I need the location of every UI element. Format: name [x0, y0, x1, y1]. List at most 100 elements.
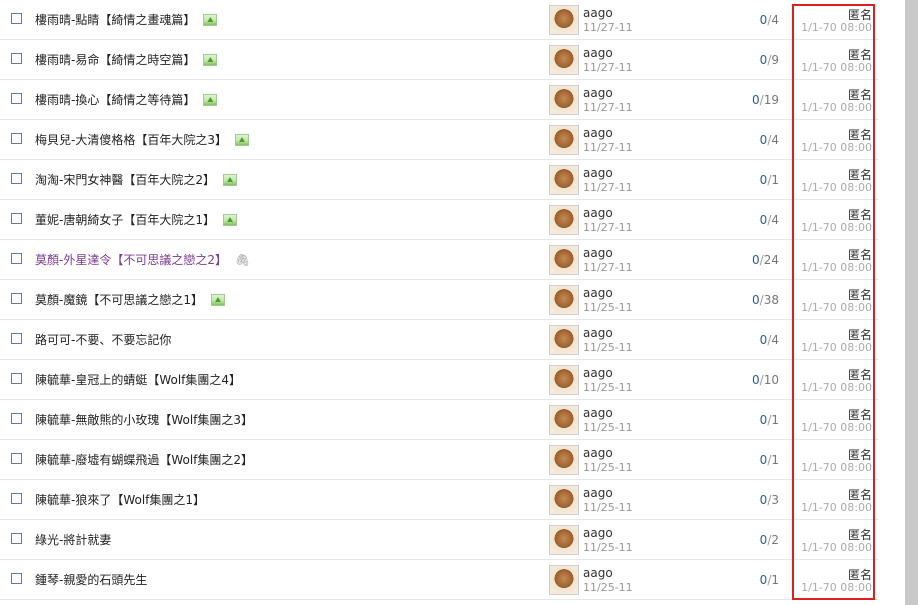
select-checkbox[interactable]	[11, 133, 22, 144]
author-avatar[interactable]	[549, 165, 579, 195]
thread-title[interactable]: 綠光-將計就妻	[35, 532, 111, 548]
reply-count: 0	[752, 253, 760, 267]
thread-title[interactable]: 梅貝兒-大清傻格格【百年大院之3】	[35, 132, 249, 148]
author-name[interactable]: aago	[583, 286, 613, 300]
reply-view-count: 0/38	[719, 293, 779, 307]
author-avatar[interactable]	[549, 525, 579, 555]
thread-title[interactable]: 路可可-不要、不要忘記你	[35, 332, 171, 348]
author-name[interactable]: aago	[583, 6, 613, 20]
select-checkbox[interactable]	[11, 333, 22, 344]
author-name[interactable]: aago	[583, 406, 613, 420]
author-avatar[interactable]	[549, 5, 579, 35]
author-name[interactable]: aago	[583, 86, 613, 100]
last-post-time[interactable]: 1/1-70 08:00	[790, 221, 872, 234]
thread-title-text[interactable]: 樓雨晴-易命【綺情之時空篇】	[35, 53, 195, 67]
select-checkbox[interactable]	[11, 493, 22, 504]
thread-title-text[interactable]: 淘淘-宋門女神醫【百年大院之2】	[35, 173, 215, 187]
last-post-time[interactable]: 1/1-70 08:00	[790, 501, 872, 514]
select-checkbox[interactable]	[11, 53, 22, 64]
author-name[interactable]: aago	[583, 326, 613, 340]
last-post-time[interactable]: 1/1-70 08:00	[790, 301, 872, 314]
last-post-time[interactable]: 1/1-70 08:00	[790, 181, 872, 194]
author-avatar[interactable]	[549, 485, 579, 515]
thread-title-text[interactable]: 陳毓華-皇冠上的蜻蜓【Wolf集團之4】	[35, 373, 241, 387]
author-name[interactable]: aago	[583, 366, 613, 380]
thread-row: 綠光-將計就妻 aago 11/25-11 0/2 匿名 1/1-70 08:00	[0, 520, 879, 560]
author-avatar[interactable]	[549, 445, 579, 475]
select-checkbox[interactable]	[11, 13, 22, 24]
author-name[interactable]: aago	[583, 126, 613, 140]
select-checkbox[interactable]	[11, 173, 22, 184]
thread-title[interactable]: 陳毓華-皇冠上的蜻蜓【Wolf集團之4】	[35, 372, 241, 388]
author-name[interactable]: aago	[583, 446, 613, 460]
last-post-time[interactable]: 1/1-70 08:00	[790, 261, 872, 274]
thread-title[interactable]: 董妮-唐朝綺女子【百年大院之1】	[35, 212, 237, 228]
author-name[interactable]: aago	[583, 566, 613, 580]
author-avatar[interactable]	[549, 85, 579, 115]
author-name[interactable]: aago	[583, 246, 613, 260]
thread-title-text[interactable]: 陳毓華-狼來了【Wolf集團之1】	[35, 493, 205, 507]
thread-title-text[interactable]: 樓雨晴-換心【綺情之等待篇】	[35, 93, 195, 107]
thread-title[interactable]: 陳毓華-狼來了【Wolf集團之1】	[35, 492, 205, 508]
thread-title-text[interactable]: 莫顏-外星達令【不可思議之戀之2】	[35, 253, 227, 267]
last-post-time[interactable]: 1/1-70 08:00	[790, 21, 872, 34]
select-checkbox[interactable]	[11, 453, 22, 464]
last-post-time[interactable]: 1/1-70 08:00	[790, 541, 872, 554]
author-avatar[interactable]	[549, 325, 579, 355]
author-avatar[interactable]	[549, 45, 579, 75]
post-date: 11/27-11	[583, 181, 633, 194]
last-post-time[interactable]: 1/1-70 08:00	[790, 61, 872, 74]
last-post-time[interactable]: 1/1-70 08:00	[790, 341, 872, 354]
thread-title-text[interactable]: 樓雨晴-點睛【綺情之畫魂篇】	[35, 13, 195, 27]
reply-count: 0	[752, 93, 760, 107]
last-post-time[interactable]: 1/1-70 08:00	[790, 461, 872, 474]
last-post-time[interactable]: 1/1-70 08:00	[790, 101, 872, 114]
author-avatar[interactable]	[549, 205, 579, 235]
select-checkbox[interactable]	[11, 373, 22, 384]
author-name[interactable]: aago	[583, 166, 613, 180]
author-name[interactable]: aago	[583, 206, 613, 220]
author-name[interactable]: aago	[583, 46, 613, 60]
thread-row: 樓雨晴-易命【綺情之時空篇】 aago 11/27-11 0/9 匿名 1/1-70 08…	[0, 40, 879, 80]
select-checkbox[interactable]	[11, 213, 22, 224]
thread-title[interactable]: 莫顏-外星達令【不可思議之戀之2】 🖇	[35, 252, 250, 268]
thread-title-text[interactable]: 陳毓華-無敵熊的小玫瑰【Wolf集團之3】	[35, 413, 253, 427]
author-avatar[interactable]	[549, 365, 579, 395]
author-avatar[interactable]	[549, 245, 579, 275]
thread-title-text[interactable]: 鍾琴-親愛的石頭先生	[35, 573, 147, 587]
vertical-scrollbar[interactable]	[905, 0, 918, 605]
select-checkbox[interactable]	[11, 293, 22, 304]
scrollbar-thumb[interactable]	[905, 0, 918, 605]
thread-title-text[interactable]: 董妮-唐朝綺女子【百年大院之1】	[35, 213, 215, 227]
reply-view-count: 0/1	[719, 413, 779, 427]
author-name[interactable]: aago	[583, 486, 613, 500]
select-checkbox[interactable]	[11, 253, 22, 264]
last-post-time[interactable]: 1/1-70 08:00	[790, 421, 872, 434]
last-post-time[interactable]: 1/1-70 08:00	[790, 141, 872, 154]
image-icon	[222, 174, 237, 186]
thread-title-text[interactable]: 路可可-不要、不要忘記你	[35, 333, 171, 347]
thread-title[interactable]: 淘淘-宋門女神醫【百年大院之2】	[35, 172, 237, 188]
last-post-time[interactable]: 1/1-70 08:00	[790, 381, 872, 394]
thread-title[interactable]: 鍾琴-親愛的石頭先生	[35, 572, 147, 588]
last-post-time[interactable]: 1/1-70 08:00	[790, 581, 872, 594]
select-checkbox[interactable]	[11, 533, 22, 544]
thread-title[interactable]: 陳毓華-無敵熊的小玫瑰【Wolf集團之3】	[35, 412, 253, 428]
thread-title-text[interactable]: 綠光-將計就妻	[35, 533, 111, 547]
thread-title-text[interactable]: 梅貝兒-大清傻格格【百年大院之3】	[35, 133, 227, 147]
author-name[interactable]: aago	[583, 526, 613, 540]
author-avatar[interactable]	[549, 405, 579, 435]
author-avatar[interactable]	[549, 125, 579, 155]
select-checkbox[interactable]	[11, 413, 22, 424]
thread-title[interactable]: 樓雨晴-易命【綺情之時空篇】	[35, 52, 218, 68]
thread-title[interactable]: 陳毓華-廢墟有蝴蝶飛過【Wolf集團之2】	[35, 452, 253, 468]
thread-title[interactable]: 樓雨晴-點睛【綺情之畫魂篇】	[35, 12, 218, 28]
author-avatar[interactable]	[549, 285, 579, 315]
author-avatar[interactable]	[549, 565, 579, 595]
thread-title[interactable]: 莫顏-魔鏡【不可思議之戀之1】	[35, 292, 225, 308]
thread-title[interactable]: 樓雨晴-換心【綺情之等待篇】	[35, 92, 218, 108]
thread-title-text[interactable]: 陳毓華-廢墟有蝴蝶飛過【Wolf集團之2】	[35, 453, 253, 467]
thread-title-text[interactable]: 莫顏-魔鏡【不可思議之戀之1】	[35, 293, 203, 307]
select-checkbox[interactable]	[11, 93, 22, 104]
select-checkbox[interactable]	[11, 573, 22, 584]
